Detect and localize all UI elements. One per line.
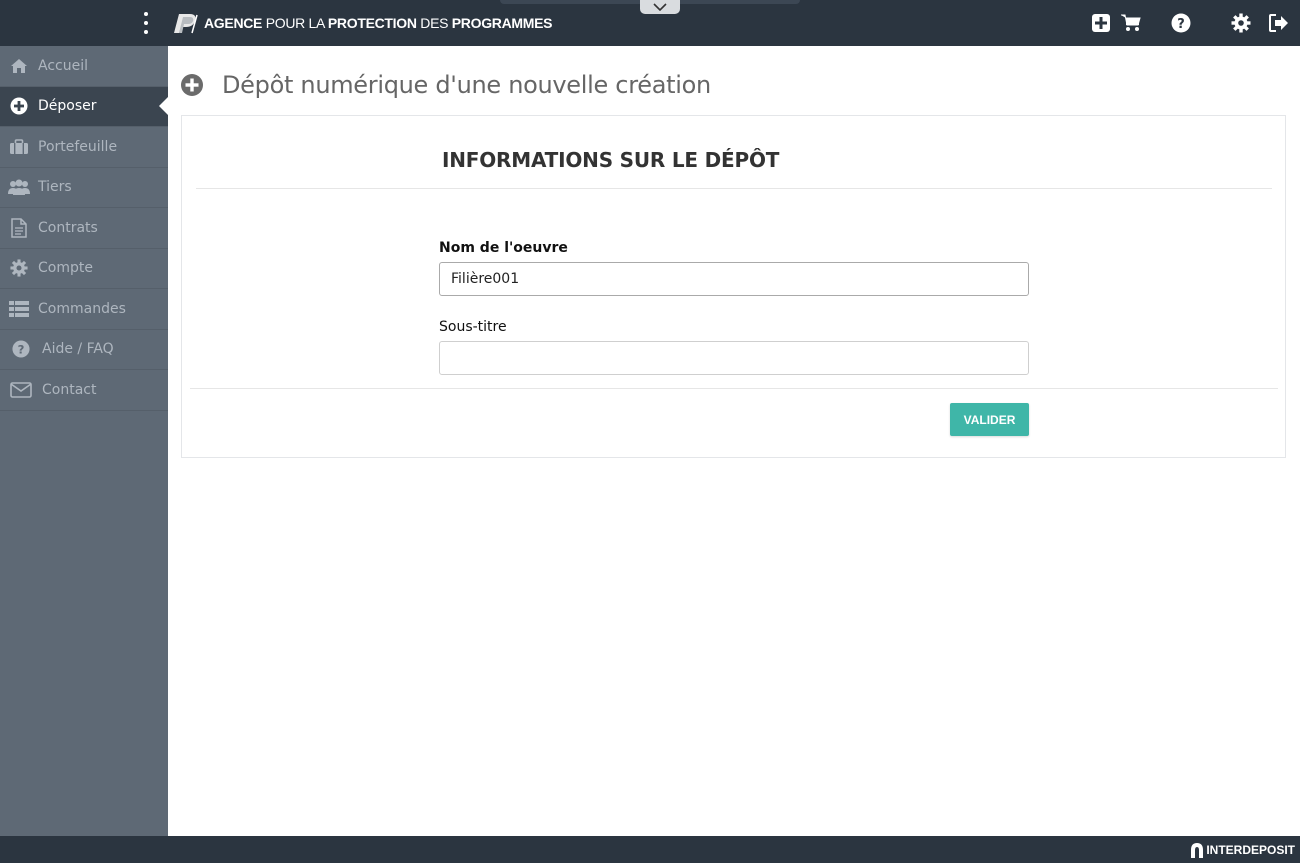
subtitle-field[interactable] — [439, 341, 1029, 375]
sidebar-item-label: Portefeuille — [38, 138, 118, 155]
sidebar-item-label: Compte — [38, 260, 93, 277]
divider — [196, 188, 1272, 189]
document-icon — [0, 218, 38, 238]
name-field-label: Nom de l'oeuvre — [439, 240, 568, 256]
logout-icon[interactable] — [1268, 12, 1290, 34]
help-circle-icon: ? — [0, 340, 42, 358]
footer-brand[interactable]: INTERDEPOSIT — [1188, 841, 1295, 859]
plus-circle-icon — [181, 74, 203, 96]
sidebar-item-tiers[interactable]: Tiers — [0, 168, 168, 208]
top-icon-group: ? — [1090, 0, 1290, 46]
subtitle-field-label: Sous-titre — [439, 319, 507, 335]
sidebar-item-label: Contact — [42, 381, 97, 398]
sidebar-item-label: Déposer — [38, 98, 97, 115]
sidebar-item-contact[interactable]: Contact — [0, 370, 168, 411]
sidebar-item-label: Contrats — [38, 219, 98, 236]
sidebar-item-deposer[interactable]: Déposer — [0, 86, 169, 127]
shopping-cart-icon[interactable] — [1120, 12, 1142, 34]
menu-kebab-icon[interactable] — [140, 12, 152, 34]
sidebar-item-label: Commandes — [38, 300, 126, 317]
list-icon — [0, 300, 38, 317]
divider — [190, 388, 1278, 389]
sidebar-item-contrats[interactable]: Contrats — [0, 208, 168, 249]
sidebar-item-accueil[interactable]: Accueil — [0, 46, 168, 87]
gear-icon[interactable] — [1230, 12, 1252, 34]
chevron-down-icon[interactable] — [640, 0, 680, 14]
briefcase-icon — [0, 138, 38, 155]
interdeposit-logo-icon — [1191, 843, 1204, 858]
deposit-info-panel: INFORMATIONS SUR LE DÉPÔT Nom de l'oeuvr… — [181, 115, 1286, 458]
sidebar: Accueil Déposer Portefeuille Tiers Contr… — [0, 46, 169, 836]
logo-word-programmes: PROGRAMMES — [451, 15, 553, 31]
svg-text:?: ? — [18, 343, 25, 357]
plus-square-icon[interactable] — [1090, 12, 1112, 34]
footer-bar: INTERDEPOSIT — [0, 836, 1300, 863]
panel-heading: INFORMATIONS SUR LE DÉPÔT — [442, 148, 780, 172]
valider-button[interactable]: VALIDER — [950, 403, 1029, 436]
logo-word-des: DES — [416, 15, 452, 31]
name-field[interactable]: Filière001 — [439, 262, 1029, 296]
users-icon — [0, 179, 38, 196]
help-circle-icon[interactable]: ? — [1170, 12, 1192, 34]
logo-word-pour-la: POUR LA — [262, 15, 328, 31]
page-title: Dépôt numérique d'une nouvelle création — [180, 68, 711, 102]
envelope-icon — [0, 381, 42, 398]
sidebar-item-compte[interactable]: Compte — [0, 249, 168, 289]
sidebar-item-portefeuille[interactable]: Portefeuille — [0, 127, 168, 168]
logo-word-agence: AGENCE — [204, 15, 263, 31]
sidebar-item-aide-faq[interactable]: ? Aide / FAQ — [0, 330, 168, 370]
sidebar-item-label: Aide / FAQ — [42, 341, 114, 358]
app-logo[interactable]: AGENCE POUR LA PROTECTION DES PROGRAMMES — [170, 10, 553, 36]
app-logo-mark-icon — [174, 14, 198, 34]
sidebar-item-commandes[interactable]: Commandes — [0, 289, 168, 330]
page-title-text: Dépôt numérique d'une nouvelle création — [222, 71, 711, 99]
logo-word-protection: PROTECTION — [327, 15, 417, 31]
gear-icon — [0, 259, 38, 277]
top-navbar: AGENCE POUR LA PROTECTION DES PROGRAMMES… — [0, 0, 1300, 46]
plus-circle-icon — [0, 97, 38, 115]
home-icon — [0, 58, 38, 74]
sidebar-item-label: Tiers — [38, 179, 72, 196]
sidebar-item-label: Accueil — [38, 57, 88, 74]
svg-text:?: ? — [1177, 17, 1185, 32]
app-logo-text: AGENCE POUR LA PROTECTION DES PROGRAMMES — [204, 15, 553, 31]
footer-brand-text: INTERDEPOSIT — [1206, 843, 1295, 857]
